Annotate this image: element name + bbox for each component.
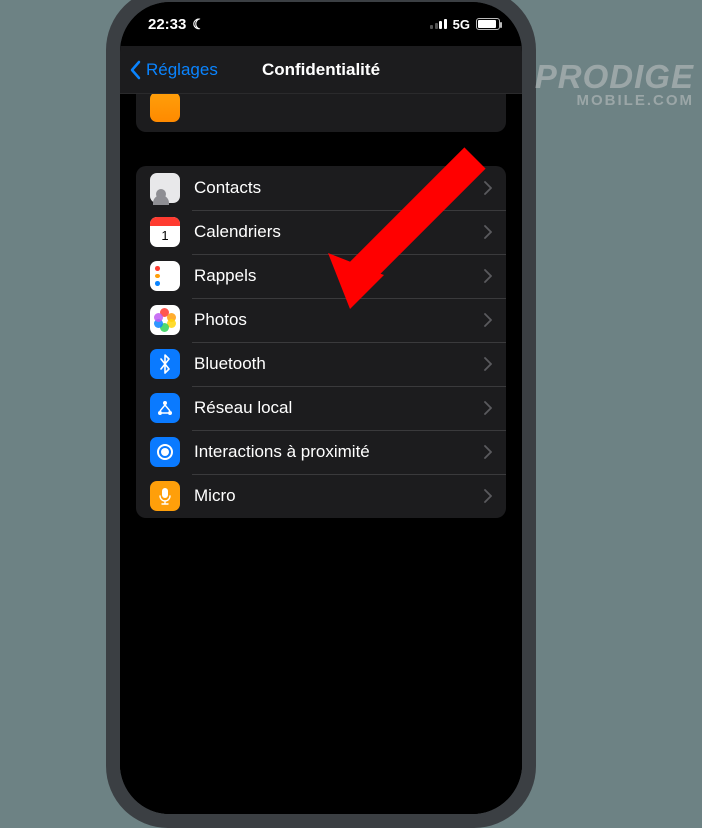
- network-type: 5G: [453, 17, 470, 32]
- row-label: Photos: [194, 310, 484, 330]
- chevron-right-icon: [484, 401, 492, 415]
- settings-section: Contacts 1 Calendriers Rappels: [136, 166, 506, 518]
- row-label: Calendriers: [194, 222, 484, 242]
- row-local-network[interactable]: Réseau local: [136, 386, 506, 430]
- settings-list[interactable]: Contacts 1 Calendriers Rappels: [120, 94, 522, 814]
- chevron-right-icon: [484, 269, 492, 283]
- row-label: Interactions à proximité: [194, 442, 484, 462]
- chevron-left-icon: [128, 60, 142, 80]
- watermark-line2: MOBILE.COM: [535, 92, 694, 109]
- chevron-right-icon: [484, 445, 492, 459]
- notch: [221, 2, 421, 30]
- watermark: PRODIGE MOBILE.COM: [535, 58, 694, 109]
- row-reminders[interactable]: Rappels: [136, 254, 506, 298]
- row-calendars[interactable]: 1 Calendriers: [136, 210, 506, 254]
- row-bluetooth[interactable]: Bluetooth: [136, 342, 506, 386]
- row-contacts[interactable]: Contacts: [136, 166, 506, 210]
- phone-frame: 22:33 ☾ 5G Réglages Confidentialité: [106, 0, 536, 828]
- back-label: Réglages: [146, 60, 218, 80]
- network-icon: [150, 393, 180, 423]
- bezel: 22:33 ☾ 5G Réglages Confidentialité: [120, 2, 522, 814]
- row-label: Micro: [194, 486, 484, 506]
- list-item-partial[interactable]: [136, 94, 506, 132]
- chevron-right-icon: [484, 357, 492, 371]
- row-label: Rappels: [194, 266, 484, 286]
- row-photos[interactable]: Photos: [136, 298, 506, 342]
- row-nearby-interactions[interactable]: Interactions à proximité: [136, 430, 506, 474]
- navigation-bar: Réglages Confidentialité: [120, 46, 522, 94]
- contacts-icon: [150, 173, 180, 203]
- row-microphone[interactable]: Micro: [136, 474, 506, 518]
- microphone-icon: [150, 481, 180, 511]
- cellular-signal-icon: [430, 19, 447, 29]
- chevron-right-icon: [484, 225, 492, 239]
- row-label: Bluetooth: [194, 354, 484, 374]
- bluetooth-icon: [150, 349, 180, 379]
- do-not-disturb-icon: ☾: [192, 16, 205, 33]
- reminders-icon: [150, 261, 180, 291]
- battery-icon: [476, 18, 500, 30]
- status-time: 22:33: [148, 16, 186, 33]
- screen: 22:33 ☾ 5G Réglages Confidentialité: [120, 2, 522, 814]
- photos-icon: [150, 305, 180, 335]
- row-label: Contacts: [194, 178, 484, 198]
- app-icon: [150, 94, 180, 122]
- calendar-icon: 1: [150, 217, 180, 247]
- chevron-right-icon: [484, 489, 492, 503]
- chevron-right-icon: [484, 181, 492, 195]
- back-button[interactable]: Réglages: [128, 60, 218, 80]
- watermark-line1: PRODIGE: [535, 58, 694, 96]
- chevron-right-icon: [484, 313, 492, 327]
- row-label: Réseau local: [194, 398, 484, 418]
- nearby-interactions-icon: [150, 437, 180, 467]
